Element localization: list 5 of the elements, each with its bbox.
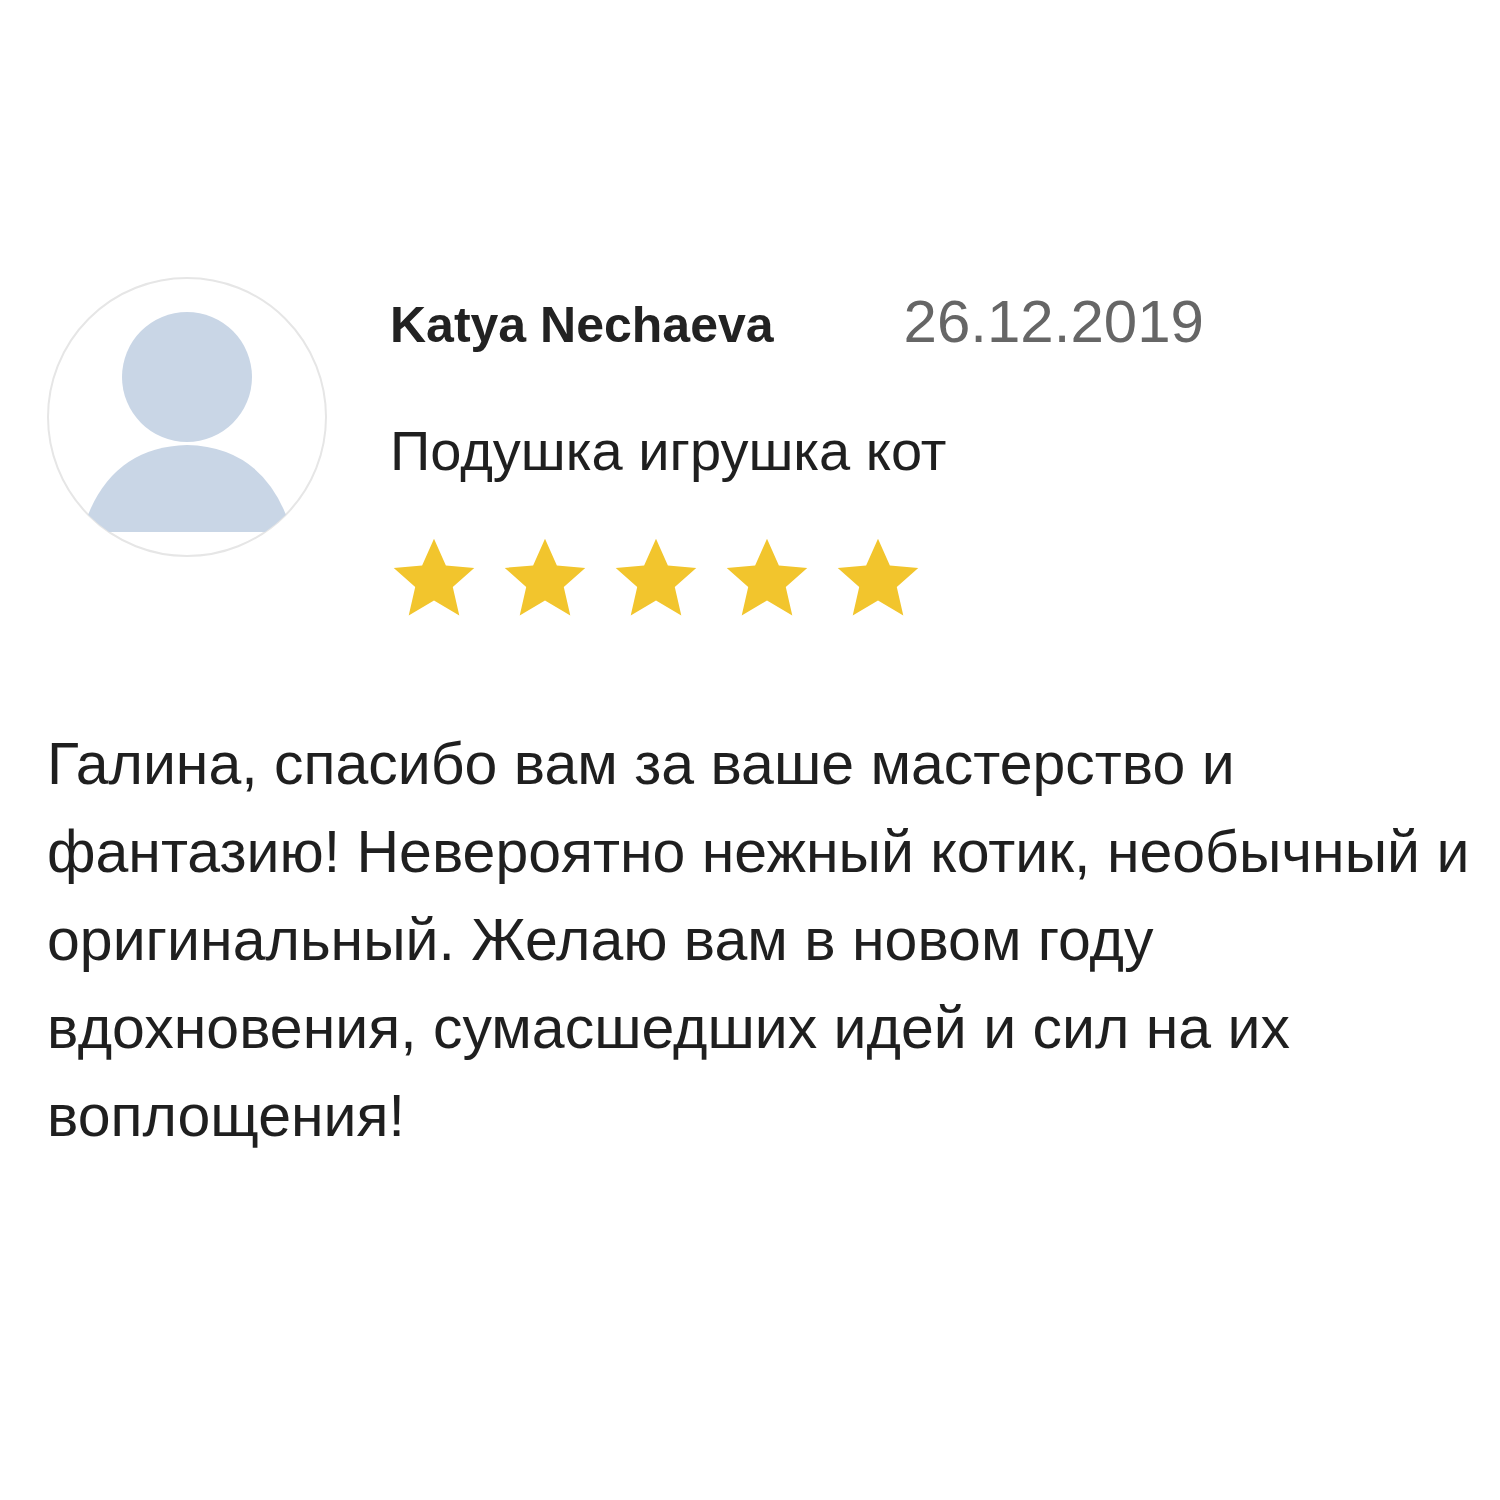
product-title: Подушка игрушка кот xyxy=(390,418,948,483)
avatar-icon xyxy=(47,277,327,557)
review-date: 26.12.2019 xyxy=(903,287,1204,356)
review-text: Галина, спасибо вам за ваше мастерство и фантазию! Невероятно нежный котик, необычный и оригинальный. Желаю вам в новом году вдохновения, сумасшедших идей и сил на их воплощения! xyxy=(47,730,1471,1151)
author-name: Katya Nechaeva xyxy=(390,296,774,354)
